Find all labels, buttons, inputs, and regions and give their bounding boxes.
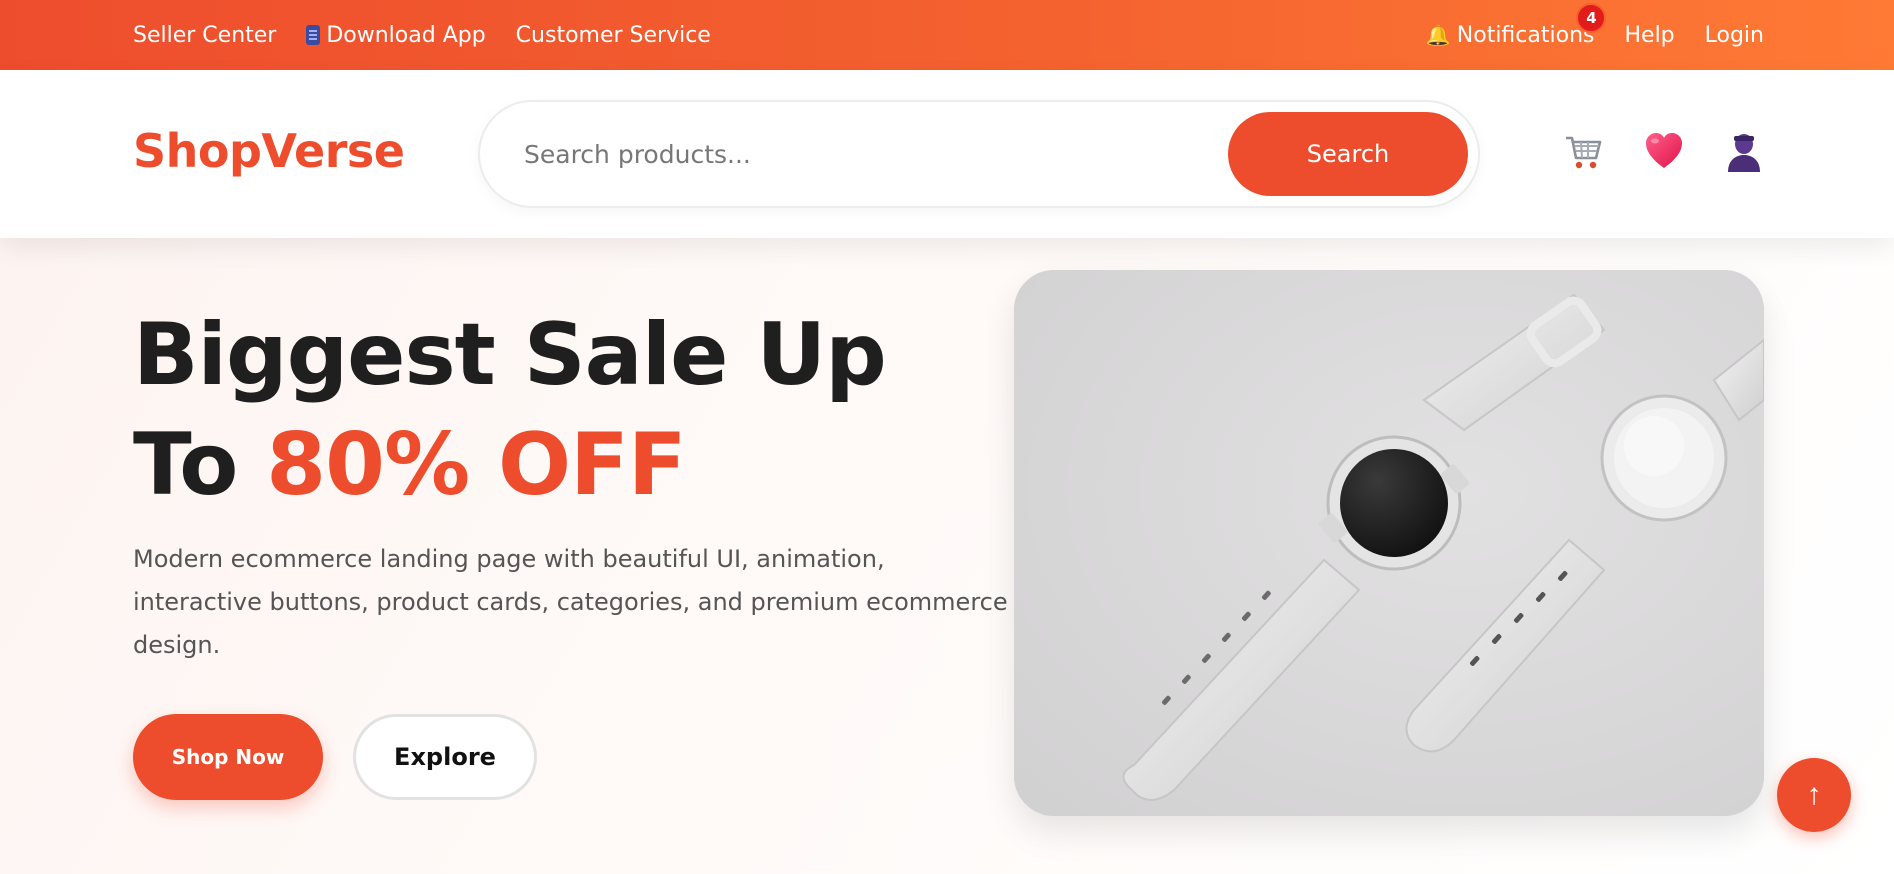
hero-section: Biggest Sale Up To 80% OFF Modern ecomme… [0,238,1894,874]
main-header: ShopVerse Search [0,70,1894,238]
cart-icon[interactable] [1564,130,1604,174]
site-logo[interactable]: ShopVerse [133,124,405,178]
search-bar: Search [478,100,1480,208]
scroll-to-top-button[interactable]: ↑ [1777,758,1851,832]
search-input[interactable] [524,126,1204,182]
notifications-label: Notifications [1456,22,1595,48]
top-bar-left: Seller Center Download App Customer Serv… [133,0,711,70]
notifications-link[interactable]: 🔔 Notifications 4 [1425,2,1607,48]
hero-title-line2-prefix: To [133,415,267,515]
shop-now-button[interactable]: Shop Now [133,714,323,800]
customer-service-link[interactable]: Customer Service [516,23,711,48]
explore-button[interactable]: Explore [353,714,537,800]
customer-service-label: Customer Service [515,22,711,48]
top-bar: Seller Center Download App Customer Serv… [0,0,1894,70]
hero-description: Modern ecommerce landing page with beaut… [133,545,1008,659]
hero-product-image [1014,270,1764,816]
download-app-label: Download App [326,22,486,48]
hero-title-discount: 80% OFF [266,415,686,515]
top-bar-right: 🔔 Notifications 4 Help Login [1426,0,1764,70]
hero-title-line1: Biggest Sale Up [133,305,887,405]
login-link[interactable]: Login [1705,23,1764,48]
heart-icon[interactable] [1644,130,1684,174]
seller-center-label: Seller Center [133,22,277,48]
smartwatch-image [1014,270,1764,816]
header-icons [1564,130,1764,174]
user-icon[interactable] [1724,130,1764,174]
hero-buttons: Shop Now Explore [133,714,537,800]
seller-center-link[interactable]: Seller Center [133,23,276,48]
search-button[interactable]: Search [1228,112,1468,196]
phone-icon [306,25,321,45]
bell-icon: 🔔 [1425,23,1451,47]
download-app-link[interactable]: Download App [306,22,486,48]
notification-count-badge: 4 [1576,2,1607,33]
help-link[interactable]: Help [1624,23,1674,48]
hero-title: Biggest Sale Up To 80% OFF [133,300,887,520]
